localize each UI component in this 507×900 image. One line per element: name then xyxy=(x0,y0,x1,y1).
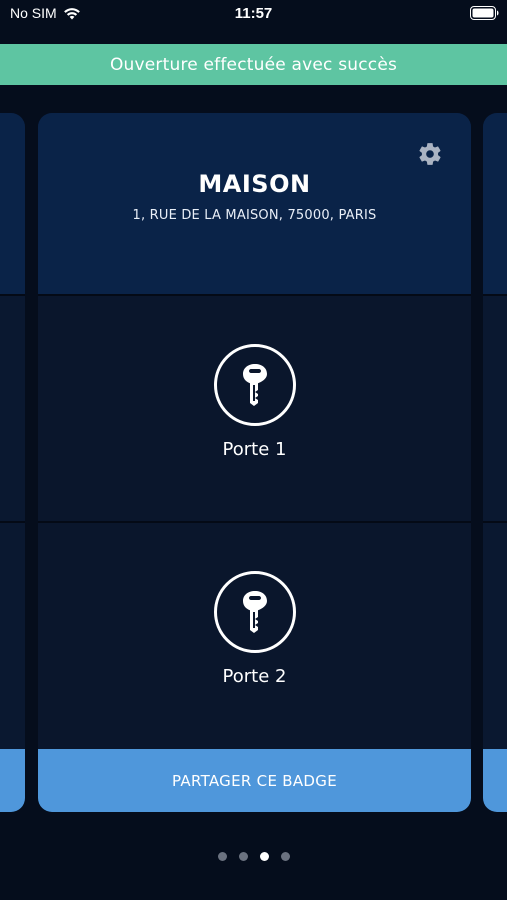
share-badge-label: PARTAGER CE BADGE xyxy=(172,771,337,790)
previous-card-share-button[interactable] xyxy=(0,749,25,812)
key-icon xyxy=(242,591,267,633)
door-1-label: Porte 1 xyxy=(222,439,287,460)
open-door-2-button[interactable] xyxy=(213,571,296,653)
app-screen: No SIM 11:57 Ouverture effectuée avec su… xyxy=(0,0,507,900)
next-card-share-button[interactable] xyxy=(483,749,507,812)
page-dot-2[interactable] xyxy=(238,852,248,861)
open-door-1-button[interactable] xyxy=(213,344,296,426)
previous-card-header xyxy=(0,113,25,295)
previous-badge-card[interactable] xyxy=(0,113,25,812)
share-badge-button[interactable]: PARTAGER CE BADGE xyxy=(38,749,471,812)
card-header: MAISON 1, RUE DE LA MAISON, 75000, PARIS xyxy=(38,113,471,295)
badge-address: 1, RUE DE LA MAISON, 75000, PARIS xyxy=(132,208,377,223)
divider xyxy=(0,294,25,296)
badge-card: MAISON 1, RUE DE LA MAISON, 75000, PARIS… xyxy=(38,113,471,812)
toast-message: Ouverture effectuée avec succès xyxy=(109,54,398,75)
page-dot-1[interactable] xyxy=(217,852,227,861)
page-dot-3[interactable] xyxy=(259,852,269,861)
key-icon xyxy=(242,364,267,406)
door-2-label: Porte 2 xyxy=(222,666,287,687)
status-bar: No SIM 11:57 xyxy=(0,0,507,28)
clock: 11:57 xyxy=(234,5,273,22)
page-indicator[interactable] xyxy=(0,852,507,861)
next-card-header xyxy=(483,113,507,295)
page-dot-4[interactable] xyxy=(280,852,290,861)
divider xyxy=(483,521,507,523)
door-item-1[interactable]: Porte 1 xyxy=(38,296,471,522)
success-toast: Ouverture effectuée avec succès xyxy=(0,44,507,85)
battery-icon xyxy=(470,6,499,20)
divider xyxy=(483,294,507,296)
divider xyxy=(0,521,25,523)
gear-icon[interactable] xyxy=(417,141,443,167)
badge-title: MAISON xyxy=(198,170,311,198)
door-item-2[interactable]: Porte 2 xyxy=(38,523,471,749)
next-badge-card[interactable] xyxy=(483,113,507,812)
